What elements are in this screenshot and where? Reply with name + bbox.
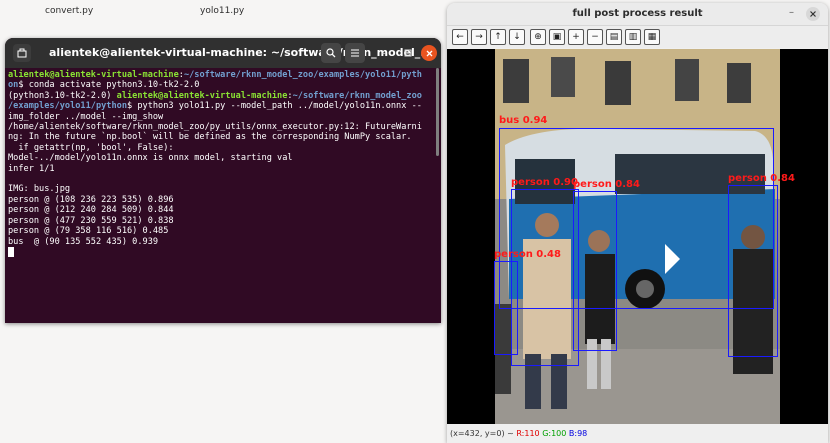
save-icon[interactable]: ▤ <box>606 29 622 45</box>
result-titlebar[interactable]: full post process result – <box>447 3 828 26</box>
zoom-in-region-icon[interactable]: ⊕ <box>530 29 546 45</box>
terminal-line: person @ (108 236 223 535) 0.896 <box>8 194 174 205</box>
terminal-window[interactable]: alientek@alientek-virtual-machine: ~/sof… <box>5 38 441 323</box>
terminal-line: img_folder ../model --img_show <box>8 111 164 122</box>
search-button[interactable] <box>321 43 341 63</box>
terminal-line: /home/alientek/software/rknn_model_zoo/p… <box>8 122 422 133</box>
pan-right-icon[interactable]: → <box>471 29 487 45</box>
new-tab-icon[interactable] <box>13 44 31 62</box>
terminal-line: infer 1/1 <box>8 163 55 174</box>
pan-left-icon[interactable]: ← <box>452 29 468 45</box>
menu-button[interactable] <box>345 43 365 63</box>
terminal-line: on$ conda activate python3.10-tk2-2.0 <box>8 80 200 91</box>
maximize-button[interactable] <box>400 45 416 61</box>
close-button[interactable] <box>421 45 437 61</box>
terminal-line: bus @ (90 135 552 435) 0.939 <box>8 236 159 247</box>
terminal-line: Model-../model/yolo11n.onnx is onnx mode… <box>8 153 293 164</box>
pan-down-icon[interactable]: ↓ <box>509 29 525 45</box>
person-label-2: person 0.84 <box>573 179 640 190</box>
search-icon <box>326 48 336 58</box>
zoom-original-icon[interactable]: ▣ <box>549 29 565 45</box>
desktop-file-convert[interactable]: convert.py <box>45 6 93 16</box>
bus-label: bus 0.94 <box>499 115 548 126</box>
pan-up-icon[interactable]: ↑ <box>490 29 506 45</box>
person-label-3: person 0.84 <box>728 173 795 184</box>
terminal-line: alientek@alientek-virtual-machine:~/soft… <box>8 70 422 80</box>
cursor-coords: (x=432, y=0) ~ <box>450 429 514 438</box>
zoom-in-icon[interactable]: + <box>568 29 584 45</box>
person-label-4: person 0.48 <box>494 249 561 260</box>
terminal-line: person @ (477 230 559 521) 0.838 <box>8 215 174 226</box>
terminal-output[interactable]: alientek@alientek-virtual-machine:~/soft… <box>5 68 435 323</box>
desktop-file-yolo11[interactable]: yolo11.py <box>200 6 244 16</box>
minimize-button[interactable]: – <box>789 7 794 18</box>
terminal-line: person @ (79 358 116 516) 0.485 <box>8 226 169 237</box>
pixel-b: B:98 <box>568 429 588 438</box>
person-box-3 <box>728 185 778 357</box>
terminal-cursor <box>8 246 14 257</box>
terminal-header[interactable]: alientek@alientek-virtual-machine: ~/sof… <box>5 38 441 68</box>
terminal-line: person @ (212 240 284 509) 0.844 <box>8 205 174 216</box>
person-box-1 <box>511 189 579 366</box>
close-icon <box>810 11 816 17</box>
person-label-1: person 0.90 <box>511 177 578 188</box>
image-canvas[interactable]: bus 0.94 person 0.90 person 0.84 person … <box>447 49 828 427</box>
result-window[interactable]: full post process result – ← → ↑ ↓ ⊕ ▣ +… <box>447 3 828 443</box>
status-bar: (x=432, y=0) ~ R:110 G:100 B:98 <box>447 424 828 443</box>
zoom-out-icon[interactable]: − <box>587 29 603 45</box>
result-title: full post process result <box>572 8 703 19</box>
pixel-g: G:100 <box>542 429 567 438</box>
close-icon <box>426 50 432 56</box>
hamburger-icon <box>351 49 359 57</box>
maximize-icon <box>404 49 412 57</box>
terminal-line: /examples/yolo11/python$ python3 yolo11.… <box>8 101 422 112</box>
person-box-4 <box>494 261 518 355</box>
properties-icon[interactable]: ▥ <box>625 29 641 45</box>
close-button[interactable] <box>806 7 820 21</box>
terminal-line: ng: In the future `np.bool` will be defi… <box>8 132 412 143</box>
terminal-line: IMG: bus.jpg <box>8 184 71 195</box>
minimize-button[interactable]: – <box>376 45 392 61</box>
terminal-scrollbar[interactable] <box>436 68 439 156</box>
person-box-2 <box>573 191 617 351</box>
terminal-line: if getattr(np, 'bool', False): <box>8 142 174 153</box>
image-toolbar: ← → ↑ ↓ ⊕ ▣ + − ▤ ▥ ▦ <box>447 26 828 48</box>
settings-icon[interactable]: ▦ <box>644 29 660 45</box>
terminal-line: (python3.10-tk2-2.0) alientek@alientek-v… <box>8 90 422 101</box>
pixel-r: R:110 <box>516 429 540 438</box>
